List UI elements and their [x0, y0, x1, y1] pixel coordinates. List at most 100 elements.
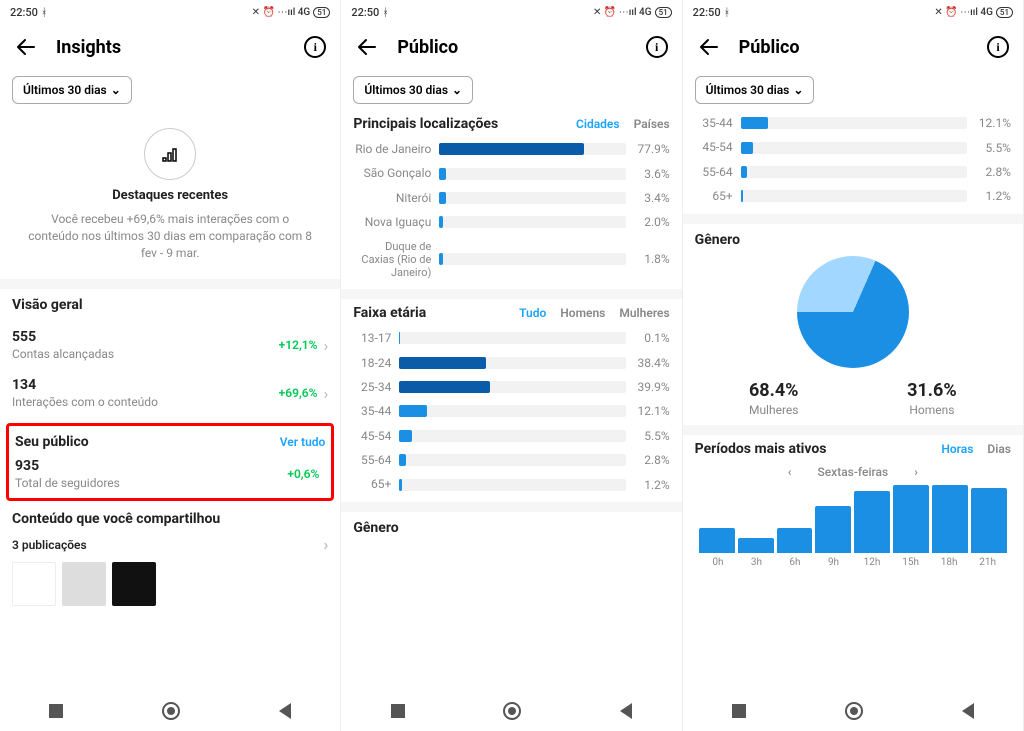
hour-label: 6h: [776, 557, 815, 568]
age-row: 65+1.2%: [695, 189, 1011, 203]
bar-label: 13-17: [353, 331, 399, 345]
age-title: Faixa etária: [353, 305, 426, 321]
highlights-icon: [144, 128, 196, 180]
hour-bar: [932, 485, 968, 553]
hour-label: 0h: [699, 557, 738, 568]
hour-label: 15h: [891, 557, 930, 568]
chevron-right-icon: ›: [324, 384, 329, 403]
thumb[interactable]: [12, 562, 56, 606]
chevron-right-icon: ›: [324, 535, 329, 554]
stat-delta: +69,6%: [279, 386, 318, 400]
bar-label: Niterói: [353, 191, 439, 205]
status-time: 22:50: [10, 6, 38, 19]
bar-label: 25-34: [353, 380, 399, 394]
bt-icon: ᚼ: [382, 6, 389, 19]
chip-label: Últimos 30 dias: [706, 83, 790, 97]
bar-label: Rio de Janeiro: [353, 142, 439, 156]
chip-label: Últimos 30 dias: [23, 83, 107, 97]
date-range-chip[interactable]: Últimos 30 dias⌄: [12, 76, 132, 104]
nav-home-icon[interactable]: [162, 702, 180, 720]
nav-back-icon[interactable]: [620, 703, 632, 719]
stat-accounts-reached[interactable]: 555Contas alcançadas +12,1% ›: [12, 321, 328, 369]
bar-pct: 38.4%: [626, 356, 670, 370]
location-row: Rio de Janeiro77.9%: [353, 142, 669, 156]
tab-all[interactable]: Tudo: [519, 306, 546, 320]
status-icons: ✕ ⏰ ⋯ııl 4G: [252, 7, 311, 18]
phone-audience-1: 22:50ᚼ ✕ ⏰ ⋯ııl 4G51 Público i Últimos 3…: [341, 0, 682, 731]
back-icon[interactable]: [14, 35, 38, 59]
stat-followers[interactable]: 935 Total de seguidores +0,6%: [15, 450, 325, 490]
stat-label: Total de seguidores: [15, 476, 287, 490]
info-icon[interactable]: i: [646, 36, 668, 58]
tab-women[interactable]: Mulheres: [619, 306, 669, 320]
bt-icon: ᚼ: [724, 6, 731, 19]
tab-days[interactable]: Dias: [987, 442, 1011, 456]
stat-value: 68.4%: [749, 380, 799, 401]
bar-pct: 5.5%: [967, 141, 1011, 155]
periods-title: Períodos mais ativos: [695, 441, 827, 457]
nav-home-icon[interactable]: [845, 702, 863, 720]
bar-label: 45-54: [695, 140, 741, 154]
bar-label: 65+: [353, 477, 399, 491]
chevron-right-icon: ›: [324, 336, 329, 355]
page-title: Público: [739, 37, 969, 58]
see-all-link[interactable]: Ver tudo: [280, 435, 326, 449]
hour-label: 9h: [814, 557, 853, 568]
thumb[interactable]: [62, 562, 106, 606]
shared-content-title: Conteúdo que você compartilhou: [12, 511, 328, 527]
stat-value: 31.6%: [907, 380, 957, 401]
back-icon[interactable]: [355, 35, 379, 59]
status-bar: 22:50ᚼ ✕ ⏰ ⋯ııl 4G51: [341, 0, 681, 24]
nav-back-icon[interactable]: [962, 703, 974, 719]
hour-bar: [699, 528, 735, 552]
android-navbar: [683, 691, 1023, 731]
tab-men[interactable]: Homens: [560, 306, 605, 320]
date-range-chip[interactable]: Últimos 30 dias⌄: [695, 76, 815, 104]
status-icons: ✕ ⏰ ⋯ııl 4G: [593, 7, 652, 18]
battery-icon: 51: [996, 7, 1013, 18]
locations-title: Principais localizações: [353, 116, 498, 132]
tab-cities[interactable]: Cidades: [576, 117, 620, 131]
day-navigator: ‹ Sextas-feiras ›: [695, 465, 1011, 479]
stat-value: 935: [15, 458, 287, 474]
status-time: 22:50: [351, 6, 379, 19]
nav-back-icon[interactable]: [279, 703, 291, 719]
nav-recent-icon[interactable]: [49, 704, 63, 718]
stat-content-interactions[interactable]: 134Interações com o conteúdo +69,6% ›: [12, 369, 328, 417]
age-row: 35-4412.1%: [353, 404, 669, 418]
bt-icon: ᚼ: [41, 6, 48, 19]
nav-recent-icon[interactable]: [391, 704, 405, 718]
date-range-chip[interactable]: Últimos 30 dias⌄: [353, 76, 473, 104]
age-chart-partial: 35-4412.1% 45-545.5% 55-642.8% 65+1.2%: [695, 116, 1011, 204]
bar-label: 55-64: [695, 165, 741, 179]
nav-recent-icon[interactable]: [732, 704, 746, 718]
tab-hours[interactable]: Horas: [941, 442, 973, 456]
next-day-icon[interactable]: ›: [914, 465, 918, 479]
bar-pct: 5.5%: [626, 429, 670, 443]
page-title: Público: [397, 37, 627, 58]
bar-pct: 1.2%: [626, 478, 670, 492]
publications-row[interactable]: 3 publicações ›: [12, 535, 328, 554]
publication-thumbs: [12, 562, 328, 606]
tab-countries[interactable]: Países: [634, 117, 670, 131]
bar-label: 65+: [695, 189, 741, 203]
bar-label: 35-44: [695, 116, 741, 130]
back-icon[interactable]: [697, 35, 721, 59]
highlights-title: Destaques recentes: [12, 188, 328, 203]
stat-label: Mulheres: [749, 403, 799, 417]
location-row: Niterói3.4%: [353, 191, 669, 205]
age-row: 18-2438.4%: [353, 356, 669, 370]
gender-women: 68.4% Mulheres: [749, 380, 799, 417]
age-row: 25-3439.9%: [353, 380, 669, 394]
gender-title: Gênero: [353, 520, 669, 536]
info-icon[interactable]: i: [987, 36, 1009, 58]
header: Público i: [341, 24, 681, 70]
thumb[interactable]: [112, 562, 156, 606]
nav-home-icon[interactable]: [503, 702, 521, 720]
stat-delta: +0,6%: [287, 467, 319, 481]
bar-pct: 2.8%: [626, 453, 670, 467]
status-bar: 22:50ᚼ ✕ ⏰ ⋯ııl 4G51: [683, 0, 1023, 24]
info-icon[interactable]: i: [304, 36, 326, 58]
bar-pct: 2.8%: [967, 165, 1011, 179]
prev-day-icon[interactable]: ‹: [788, 465, 792, 479]
